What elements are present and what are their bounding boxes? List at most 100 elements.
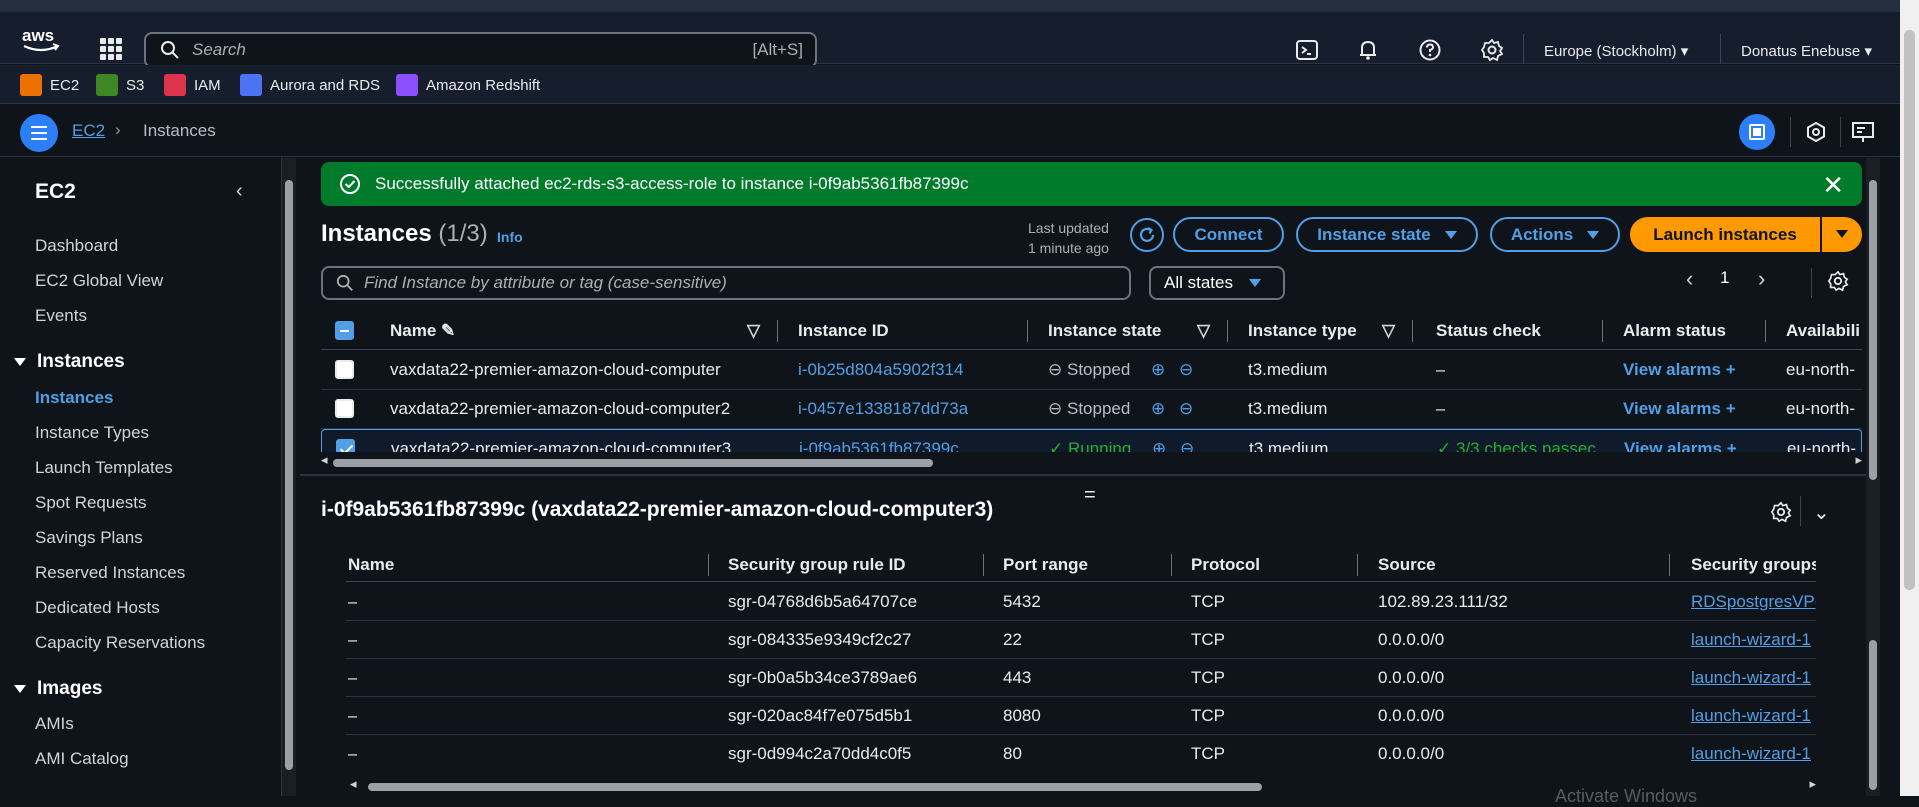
- instance-id-link[interactable]: i-0457e1338187dd73a: [798, 399, 968, 419]
- next-page-icon[interactable]: ›: [1758, 266, 1765, 292]
- sort-icon[interactable]: ▽: [1197, 321, 1210, 341]
- resize-handle-icon[interactable]: =: [1084, 484, 1096, 507]
- instance-id-link[interactable]: i-0b25d804a5902f314: [798, 360, 963, 380]
- scrollbar-thumb[interactable]: [1904, 30, 1915, 590]
- browser-scrollbar[interactable]: [1900, 0, 1919, 796]
- search-input[interactable]: Search [Alt+S]: [144, 32, 817, 68]
- view-alarms-link[interactable]: View alarms +: [1624, 439, 1737, 452]
- favorite-aurora-rds[interactable]: Aurora and RDS: [240, 74, 380, 96]
- info-link[interactable]: Info: [497, 229, 523, 245]
- zoom-out-icon[interactable]: ⊖: [1180, 439, 1194, 452]
- zoom-out-icon[interactable]: ⊖: [1179, 399, 1193, 419]
- sidebar-section-instances[interactable]: Instances: [14, 351, 125, 373]
- security-group-link[interactable]: launch-wizard-1: [1691, 630, 1816, 650]
- sidebar-item-spot-requests[interactable]: Spot Requests: [35, 493, 147, 513]
- services-grid-icon[interactable]: [100, 38, 122, 60]
- column-header-alarm-status[interactable]: Alarm status: [1623, 321, 1726, 341]
- panel-settings-gear-icon[interactable]: [1770, 501, 1792, 523]
- cloudshell-icon[interactable]: [1295, 38, 1319, 62]
- sidebar-section-images[interactable]: Images: [14, 678, 102, 700]
- column-header-protocol[interactable]: Protocol: [1191, 555, 1260, 575]
- column-header-availability-zone[interactable]: Availabili: [1786, 321, 1860, 341]
- table-settings-gear-icon[interactable]: [1827, 270, 1849, 292]
- scrollbar-thumb[interactable]: [285, 180, 293, 770]
- column-header-source[interactable]: Source: [1378, 555, 1436, 575]
- scroll-left-icon[interactable]: ◂: [350, 776, 357, 792]
- row-checkbox[interactable]: [336, 439, 355, 452]
- column-header-port-range[interactable]: Port range: [1003, 555, 1088, 575]
- sidebar-item-reserved-instances[interactable]: Reserved Instances: [35, 563, 185, 583]
- security-group-link[interactable]: launch-wizard-1: [1691, 744, 1816, 764]
- instance-id-link[interactable]: i-0f9ab5361fb87399c: [799, 439, 959, 452]
- sidebar-scrollbar[interactable]: [282, 158, 296, 796]
- table-horizontal-scrollbar[interactable]: ◂ ▸: [321, 452, 1862, 470]
- row-checkbox[interactable]: [335, 399, 354, 418]
- sidebar-item-instances[interactable]: Instances: [35, 388, 113, 408]
- security-group-link[interactable]: launch-wizard-1: [1691, 668, 1816, 688]
- sidebar-item-capacity-reservations[interactable]: Capacity Reservations: [35, 633, 205, 653]
- refresh-button[interactable]: [1130, 218, 1164, 252]
- launch-instances-button[interactable]: Launch instances: [1630, 217, 1820, 252]
- view-alarms-link[interactable]: View alarms +: [1623, 360, 1736, 380]
- table-row[interactable]: vaxdata22-premier-amazon-cloud-computer …: [321, 351, 1862, 390]
- scroll-right-icon[interactable]: ▸: [1855, 452, 1862, 468]
- menu-toggle-button[interactable]: [20, 114, 58, 152]
- sidebar-item-ami-catalog[interactable]: AMI Catalog: [35, 749, 129, 769]
- zoom-in-icon[interactable]: ⊕: [1151, 399, 1165, 419]
- sidebar-item-savings-plans[interactable]: Savings Plans: [35, 528, 143, 548]
- split-panel-toggle-button[interactable]: [1739, 114, 1775, 150]
- column-header-security-groups[interactable]: Security groups: [1691, 555, 1816, 575]
- column-header-instance-type[interactable]: Instance type: [1248, 321, 1357, 341]
- instance-filter-input[interactable]: Find Instance by attribute or tag (case-…: [321, 266, 1131, 300]
- column-header-name[interactable]: Name ✎: [390, 321, 455, 341]
- page-number[interactable]: 1: [1720, 268, 1729, 288]
- state-filter-select[interactable]: All states: [1149, 266, 1285, 300]
- account-menu[interactable]: Donatus Enebuse ▾: [1741, 42, 1872, 60]
- presentation-icon[interactable]: [1851, 121, 1875, 143]
- scrollbar-thumb[interactable]: [1869, 640, 1877, 790]
- favorite-iam[interactable]: IAM: [164, 74, 221, 96]
- aws-logo[interactable]: aws: [20, 24, 62, 54]
- table-row[interactable]: vaxdata22-premier-amazon-cloud-computer2…: [321, 390, 1862, 429]
- scrollbar-thumb[interactable]: [1869, 180, 1877, 480]
- scroll-right-icon[interactable]: ▸: [1809, 776, 1816, 792]
- column-header-rule-id[interactable]: Security group rule ID: [728, 555, 906, 575]
- scrollbar-thumb[interactable]: [368, 783, 1262, 791]
- sidebar-item-launch-templates[interactable]: Launch Templates: [35, 458, 173, 478]
- column-header-instance-state[interactable]: Instance state: [1048, 321, 1161, 341]
- sidebar-item-dashboard[interactable]: Dashboard: [35, 236, 118, 256]
- zoom-out-icon[interactable]: ⊖: [1179, 360, 1193, 380]
- instance-state-button[interactable]: Instance state: [1296, 217, 1478, 252]
- security-group-link[interactable]: launch-wizard-1: [1691, 706, 1816, 726]
- scroll-left-icon[interactable]: ◂: [321, 452, 328, 468]
- help-icon[interactable]: [1418, 38, 1442, 62]
- scrollbar-thumb[interactable]: [333, 459, 933, 467]
- sort-icon[interactable]: ▽: [747, 321, 760, 341]
- sidebar-item-amis[interactable]: AMIs: [35, 714, 74, 734]
- table-row-selected[interactable]: vaxdata22-premier-amazon-cloud-computer3…: [321, 429, 1862, 452]
- sidebar-item-instance-types[interactable]: Instance Types: [35, 423, 149, 443]
- hexagon-settings-icon[interactable]: [1805, 121, 1827, 143]
- close-icon[interactable]: ✕: [1822, 170, 1844, 201]
- sidebar-item-events[interactable]: Events: [35, 306, 87, 326]
- favorite-s3[interactable]: S3: [96, 74, 144, 96]
- collapse-panel-icon[interactable]: ⌄: [1813, 500, 1830, 525]
- launch-instances-dropdown[interactable]: [1822, 217, 1862, 252]
- previous-page-icon[interactable]: ‹: [1686, 266, 1693, 292]
- region-selector[interactable]: Europe (Stockholm) ▾: [1544, 42, 1688, 60]
- column-header-name[interactable]: Name: [348, 555, 394, 575]
- favorite-redshift[interactable]: Amazon Redshift: [396, 74, 540, 96]
- gear-icon[interactable]: [1480, 38, 1504, 62]
- collapse-sidebar-icon[interactable]: ‹: [236, 180, 243, 203]
- column-header-status-check[interactable]: Status check: [1436, 321, 1541, 341]
- row-checkbox[interactable]: [335, 360, 354, 379]
- actions-button[interactable]: Actions: [1490, 217, 1620, 252]
- sidebar-item-dedicated-hosts[interactable]: Dedicated Hosts: [35, 598, 160, 618]
- column-header-instance-id[interactable]: Instance ID: [798, 321, 889, 341]
- main-lower-scrollbar[interactable]: [1866, 480, 1880, 796]
- sidebar-item-global-view[interactable]: EC2 Global View: [35, 271, 163, 291]
- select-all-checkbox[interactable]: [335, 321, 354, 340]
- bell-icon[interactable]: [1356, 38, 1380, 62]
- security-group-link[interactable]: RDSpostgresVP(: [1691, 592, 1816, 612]
- zoom-in-icon[interactable]: ⊕: [1151, 360, 1165, 380]
